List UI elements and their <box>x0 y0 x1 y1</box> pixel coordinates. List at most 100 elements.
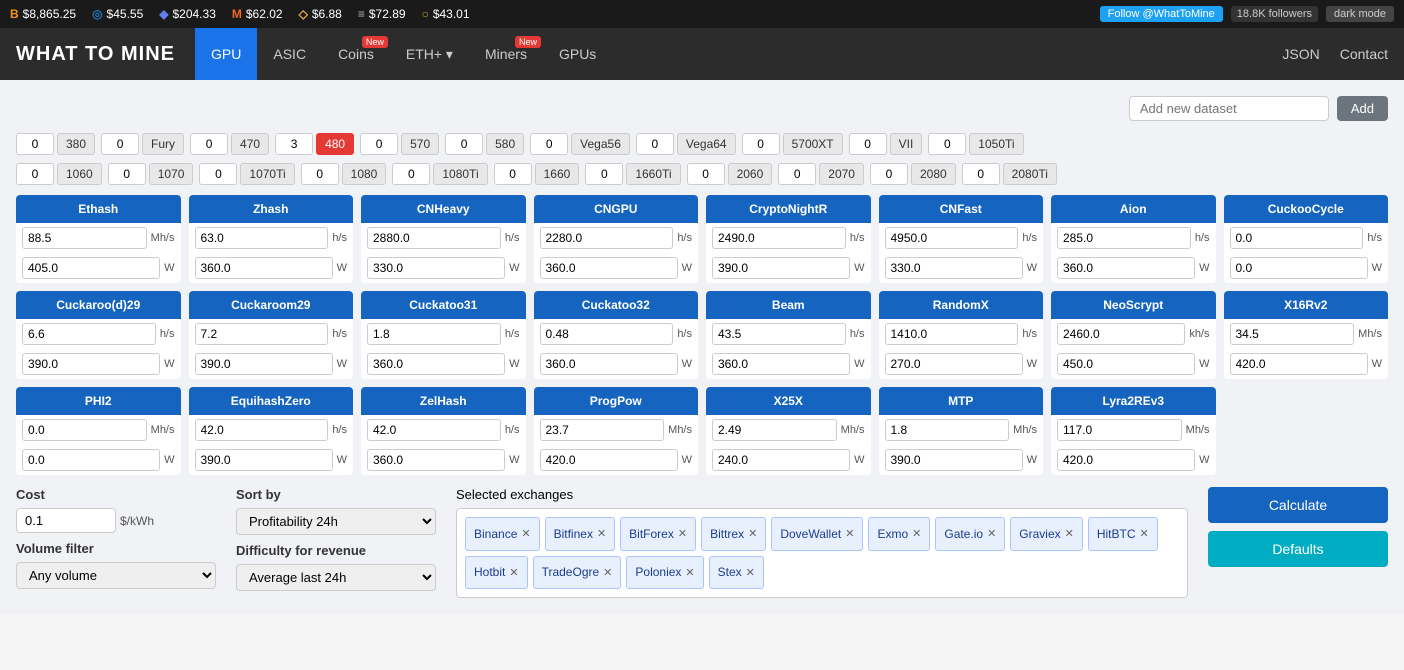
exchange-remove-dovewallet[interactable]: ✕ <box>845 527 854 540</box>
algo-speed-input[interactable] <box>1230 227 1364 249</box>
algo-speed-input[interactable] <box>540 419 665 441</box>
algo-header-neoscrypt[interactable]: NeoScrypt <box>1051 291 1216 319</box>
algo-speed-input[interactable] <box>22 419 147 441</box>
algo-power-input[interactable] <box>1057 353 1195 375</box>
gpu-num-570[interactable] <box>360 133 398 155</box>
exchange-remove-bittrex[interactable]: ✕ <box>748 527 757 540</box>
algo-header-zelhash[interactable]: ZelHash <box>361 387 526 415</box>
algo-power-input[interactable] <box>540 449 678 471</box>
algo-header-cuckatoo31[interactable]: Cuckatoo31 <box>361 291 526 319</box>
calculate-button[interactable]: Calculate <box>1208 487 1388 523</box>
algo-speed-input[interactable] <box>1057 419 1182 441</box>
algo-speed-input[interactable] <box>1230 323 1355 345</box>
exchange-remove-stex[interactable]: ✕ <box>746 566 755 579</box>
exchange-remove-tradeogre[interactable]: ✕ <box>603 566 612 579</box>
cost-input[interactable] <box>16 508 116 533</box>
algo-header-progpow[interactable]: ProgPow <box>534 387 699 415</box>
gpu-num-1070Ti[interactable] <box>199 163 237 185</box>
algo-power-input[interactable] <box>1230 353 1368 375</box>
algo-header-cuckaroo-d-29[interactable]: Cuckaroo(d)29 <box>16 291 181 319</box>
algo-power-input[interactable] <box>195 449 333 471</box>
algo-power-input[interactable] <box>22 353 160 375</box>
gpu-num-VII[interactable] <box>849 133 887 155</box>
algo-speed-input[interactable] <box>367 323 501 345</box>
gpu-num-380[interactable] <box>16 133 54 155</box>
algo-header-x25x[interactable]: X25X <box>706 387 871 415</box>
gpu-num-470[interactable] <box>190 133 228 155</box>
nav-contact-link[interactable]: Contact <box>1340 46 1388 62</box>
algo-power-input[interactable] <box>712 449 850 471</box>
gpu-num-Fury[interactable] <box>101 133 139 155</box>
gpu-num-1070[interactable] <box>108 163 146 185</box>
algo-header-randomx[interactable]: RandomX <box>879 291 1044 319</box>
gpu-num-1060[interactable] <box>16 163 54 185</box>
exchange-remove-bitforex[interactable]: ✕ <box>678 527 687 540</box>
algo-speed-input[interactable] <box>195 419 329 441</box>
nav-item-coins[interactable]: Coins New <box>322 28 390 80</box>
algo-speed-input[interactable] <box>195 323 329 345</box>
algo-power-input[interactable] <box>367 449 505 471</box>
nav-item-eth[interactable]: ETH+ ▾ <box>390 28 469 80</box>
gpu-num-1660[interactable] <box>494 163 532 185</box>
algo-speed-input[interactable] <box>540 323 674 345</box>
algo-power-input[interactable] <box>22 257 160 279</box>
gpu-num-480[interactable] <box>275 133 313 155</box>
algo-speed-input[interactable] <box>367 419 501 441</box>
algo-speed-input[interactable] <box>22 227 147 249</box>
gpu-num-1080[interactable] <box>301 163 339 185</box>
nav-item-asic[interactable]: ASIC <box>257 28 322 80</box>
gpu-num-2080[interactable] <box>870 163 908 185</box>
algo-power-input[interactable] <box>1057 257 1195 279</box>
algo-speed-input[interactable] <box>712 227 846 249</box>
algo-power-input[interactable] <box>1057 449 1195 471</box>
algo-speed-input[interactable] <box>712 323 846 345</box>
difficulty-select[interactable]: Average last 24h Current Average last 7d <box>236 564 436 591</box>
algo-power-input[interactable] <box>885 449 1023 471</box>
algo-power-input[interactable] <box>540 257 678 279</box>
gpu-num-2070[interactable] <box>778 163 816 185</box>
exchange-remove-gate.io[interactable]: ✕ <box>987 527 996 540</box>
dataset-input[interactable] <box>1129 96 1329 121</box>
algo-power-input[interactable] <box>22 449 160 471</box>
exchange-remove-graviex[interactable]: ✕ <box>1065 527 1074 540</box>
algo-header-cryptonightr[interactable]: CryptoNightR <box>706 195 871 223</box>
algo-header-lyra2rev3[interactable]: Lyra2REv3 <box>1051 387 1216 415</box>
exchange-remove-binance[interactable]: ✕ <box>521 527 530 540</box>
volume-select[interactable]: Any volume <box>16 562 216 589</box>
exchange-remove-hotbit[interactable]: ✕ <box>509 566 518 579</box>
exchange-remove-poloniex[interactable]: ✕ <box>685 566 694 579</box>
algo-power-input[interactable] <box>885 353 1023 375</box>
algo-power-input[interactable] <box>367 257 505 279</box>
algo-power-input[interactable] <box>540 353 678 375</box>
algo-speed-input[interactable] <box>367 227 501 249</box>
algo-header-aion[interactable]: Aion <box>1051 195 1216 223</box>
algo-speed-input[interactable] <box>22 323 156 345</box>
algo-header-cnheavy[interactable]: CNHeavy <box>361 195 526 223</box>
algo-speed-input[interactable] <box>1057 323 1185 345</box>
gpu-num-1660Ti[interactable] <box>585 163 623 185</box>
defaults-button[interactable]: Defaults <box>1208 531 1388 567</box>
algo-header-cuckaroom29[interactable]: Cuckaroom29 <box>189 291 354 319</box>
exchange-remove-exmo[interactable]: ✕ <box>912 527 921 540</box>
algo-header-cnfast[interactable]: CNFast <box>879 195 1044 223</box>
algo-speed-input[interactable] <box>885 323 1019 345</box>
add-dataset-button[interactable]: Add <box>1337 96 1388 121</box>
algo-power-input[interactable] <box>195 353 333 375</box>
gpu-num-2060[interactable] <box>687 163 725 185</box>
gpu-num-5700XT[interactable] <box>742 133 780 155</box>
exchange-remove-hitbtc[interactable]: ✕ <box>1140 527 1149 540</box>
algo-header-cuckatoo32[interactable]: Cuckatoo32 <box>534 291 699 319</box>
algo-header-cngpu[interactable]: CNGPU <box>534 195 699 223</box>
algo-header-cuckoocycle[interactable]: CuckooCycle <box>1224 195 1389 223</box>
nav-item-miners[interactable]: Miners New <box>469 28 543 80</box>
nav-json-link[interactable]: JSON <box>1282 46 1319 62</box>
exchange-remove-bitfinex[interactable]: ✕ <box>597 527 606 540</box>
sortby-select[interactable]: Profitability 24h Profitability 1h Profi… <box>236 508 436 535</box>
algo-header-zhash[interactable]: Zhash <box>189 195 354 223</box>
algo-power-input[interactable] <box>712 257 850 279</box>
algo-power-input[interactable] <box>885 257 1023 279</box>
algo-header-ethash[interactable]: Ethash <box>16 195 181 223</box>
gpu-num-2080Ti[interactable] <box>962 163 1000 185</box>
algo-header-beam[interactable]: Beam <box>706 291 871 319</box>
algo-power-input[interactable] <box>1230 257 1368 279</box>
